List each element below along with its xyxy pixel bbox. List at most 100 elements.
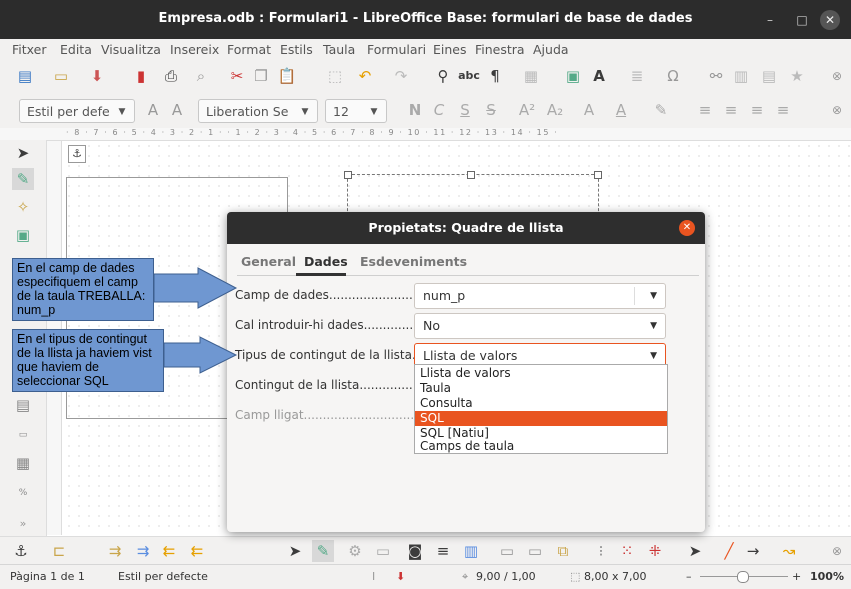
spellcheck-icon[interactable]: abc [458,65,480,87]
crop-icon[interactable]: ⧉ [552,540,574,562]
add-field-icon[interactable]: ▥ [460,540,482,562]
align-left-icon[interactable]: ≡ [694,99,716,121]
close-icon[interactable]: ✕ [679,220,695,236]
save-icon[interactable]: ⬇ [86,65,108,87]
menu-insereix[interactable]: Insereix [170,42,219,57]
footnote-icon[interactable]: ▥ [730,65,752,87]
align-center-icon[interactable]: ≡ [720,99,742,121]
zoom-level[interactable]: 100% [810,570,844,583]
subscript-icon[interactable]: A₂ [544,99,566,121]
snap-to-grid-icon[interactable]: ⁙ [616,540,638,562]
copy-icon[interactable]: ❐ [250,65,272,87]
minimize-icon[interactable]: – [760,10,780,30]
insert-table-icon[interactable]: ▦ [520,65,542,87]
maximize-icon[interactable]: □ [792,10,812,30]
arrow-line-icon[interactable]: → [742,540,764,562]
page-style[interactable]: Estil per defecte [118,570,208,583]
new-document-icon[interactable]: ▤ [14,65,36,87]
bold-icon[interactable]: N [404,99,426,121]
tab-esdeveniments[interactable]: Esdeveniments [360,254,467,269]
date-field-icon[interactable]: ▦ [12,452,34,474]
close-icon[interactable]: ✕ [820,10,840,30]
form-design-icon[interactable]: ▣ [12,224,34,246]
menu-finestra[interactable]: Finestra [475,42,525,57]
underline-icon[interactable]: S [454,99,476,121]
find-replace-icon[interactable]: ⚲ [432,65,454,87]
control-wizards-icon[interactable]: ✧ [12,196,34,218]
backward-one-icon[interactable]: ⇇ [158,540,180,562]
menu-taula[interactable]: Taula [323,42,355,57]
justify-icon[interactable]: ≡ [772,99,794,121]
highlight-icon[interactable]: ✎ [650,99,672,121]
formatted-field-icon[interactable]: % [12,482,34,504]
forward-one-icon[interactable]: ⇉ [132,540,154,562]
superscript-icon[interactable]: A² [516,99,538,121]
print-icon[interactable]: ⎙ [160,65,182,87]
italic-icon[interactable]: C [428,99,450,121]
tab-dades[interactable]: Dades [304,254,348,269]
align-objects-icon[interactable]: ⊏ [48,540,70,562]
clone-formatting-icon[interactable]: ⬚ [324,65,346,87]
anchor-icon[interactable]: ⚓ [10,540,32,562]
option-sql[interactable]: SQL [415,411,667,426]
comment-icon[interactable]: ▤ [758,65,780,87]
print-preview-icon[interactable]: ⌕ [190,65,212,87]
anchor-icon[interactable]: ⚓ [68,145,86,163]
menu-fitxer[interactable]: Fitxer [12,42,47,57]
chevron-down-icon[interactable]: ▼ [110,100,134,122]
resize-handle[interactable] [344,171,352,179]
option-consulta[interactable]: Consulta [415,396,667,411]
undo-icon[interactable]: ↶ [354,65,376,87]
clear-formatting-icon[interactable]: A [578,99,600,121]
line-icon[interactable]: ╱ [718,540,740,562]
more-options-icon[interactable]: ⊗ [826,65,848,87]
redo-icon[interactable]: ↷ [390,65,412,87]
formatting-marks-icon[interactable]: ¶ [484,65,506,87]
pointer-icon[interactable]: ➤ [684,540,706,562]
special-character-icon[interactable]: Ω [662,65,684,87]
open-folder-icon[interactable]: ▭ [50,65,72,87]
chevron-down-icon[interactable]: ▼ [650,314,657,338]
insert-field-icon[interactable]: ≣ [626,65,648,87]
menu-estils[interactable]: Estils [280,42,313,57]
paragraph-style-combo[interactable]: Estil per defe ▼ [19,99,135,123]
display-grid-icon[interactable]: ⁝ [590,540,612,562]
design-mode-icon[interactable]: ✎ [12,168,34,190]
option-camps-de-taula[interactable]: Camps de taula [415,439,667,454]
align-right-icon[interactable]: ≡ [746,99,768,121]
menu-visualitza[interactable]: Visualitza [101,42,161,57]
resize-handle[interactable] [594,171,602,179]
option-taula[interactable]: Taula [415,381,667,396]
strikethrough-icon[interactable]: S [480,99,502,121]
insert-fontwork-icon[interactable]: A [588,65,610,87]
option-llista-de-valors[interactable]: Llista de valors [415,366,667,381]
menu-ajuda[interactable]: Ajuda [533,42,569,57]
zoom-out-icon[interactable]: – [686,570,692,583]
design-mode-icon[interactable]: ✎ [312,540,334,562]
insert-image-icon[interactable]: ▣ [562,65,584,87]
form-properties-icon[interactable]: ▭ [372,540,394,562]
chevron-down-icon[interactable]: ▼ [650,284,657,308]
bring-to-front-icon[interactable]: ⇉ [104,540,126,562]
send-to-back-icon[interactable]: ⇇ [186,540,208,562]
control-properties-icon[interactable]: ⚙ [344,540,366,562]
font-name-combo[interactable]: Liberation Se ▼ [198,99,318,123]
more-options-icon[interactable]: ⊗ [826,99,848,121]
tab-general[interactable]: General [241,254,296,269]
form-navigator-icon[interactable]: ◙ [404,540,426,562]
hyperlink-icon[interactable]: ⚯ [705,65,727,87]
activation-order-icon[interactable]: ≡ [432,540,454,562]
cut-icon[interactable]: ✂ [226,65,248,87]
focus-icon[interactable]: ▭ [524,540,546,562]
chevron-down-icon[interactable]: ▼ [293,100,317,122]
menu-edita[interactable]: Edita [60,42,92,57]
data-field-combo[interactable]: num_p ▼ [414,283,666,309]
zoom-slider-thumb[interactable] [737,571,749,583]
font-size-combo[interactable]: 12 ▼ [325,99,387,123]
new-style-icon[interactable]: A [166,99,188,121]
page-indicator[interactable]: Pàgina 1 de 1 [10,570,85,583]
resize-handle[interactable] [467,171,475,179]
paste-icon[interactable]: 📋 [276,65,298,87]
helplines-icon[interactable]: ⁜ [644,540,666,562]
update-style-icon[interactable]: A [142,99,164,121]
